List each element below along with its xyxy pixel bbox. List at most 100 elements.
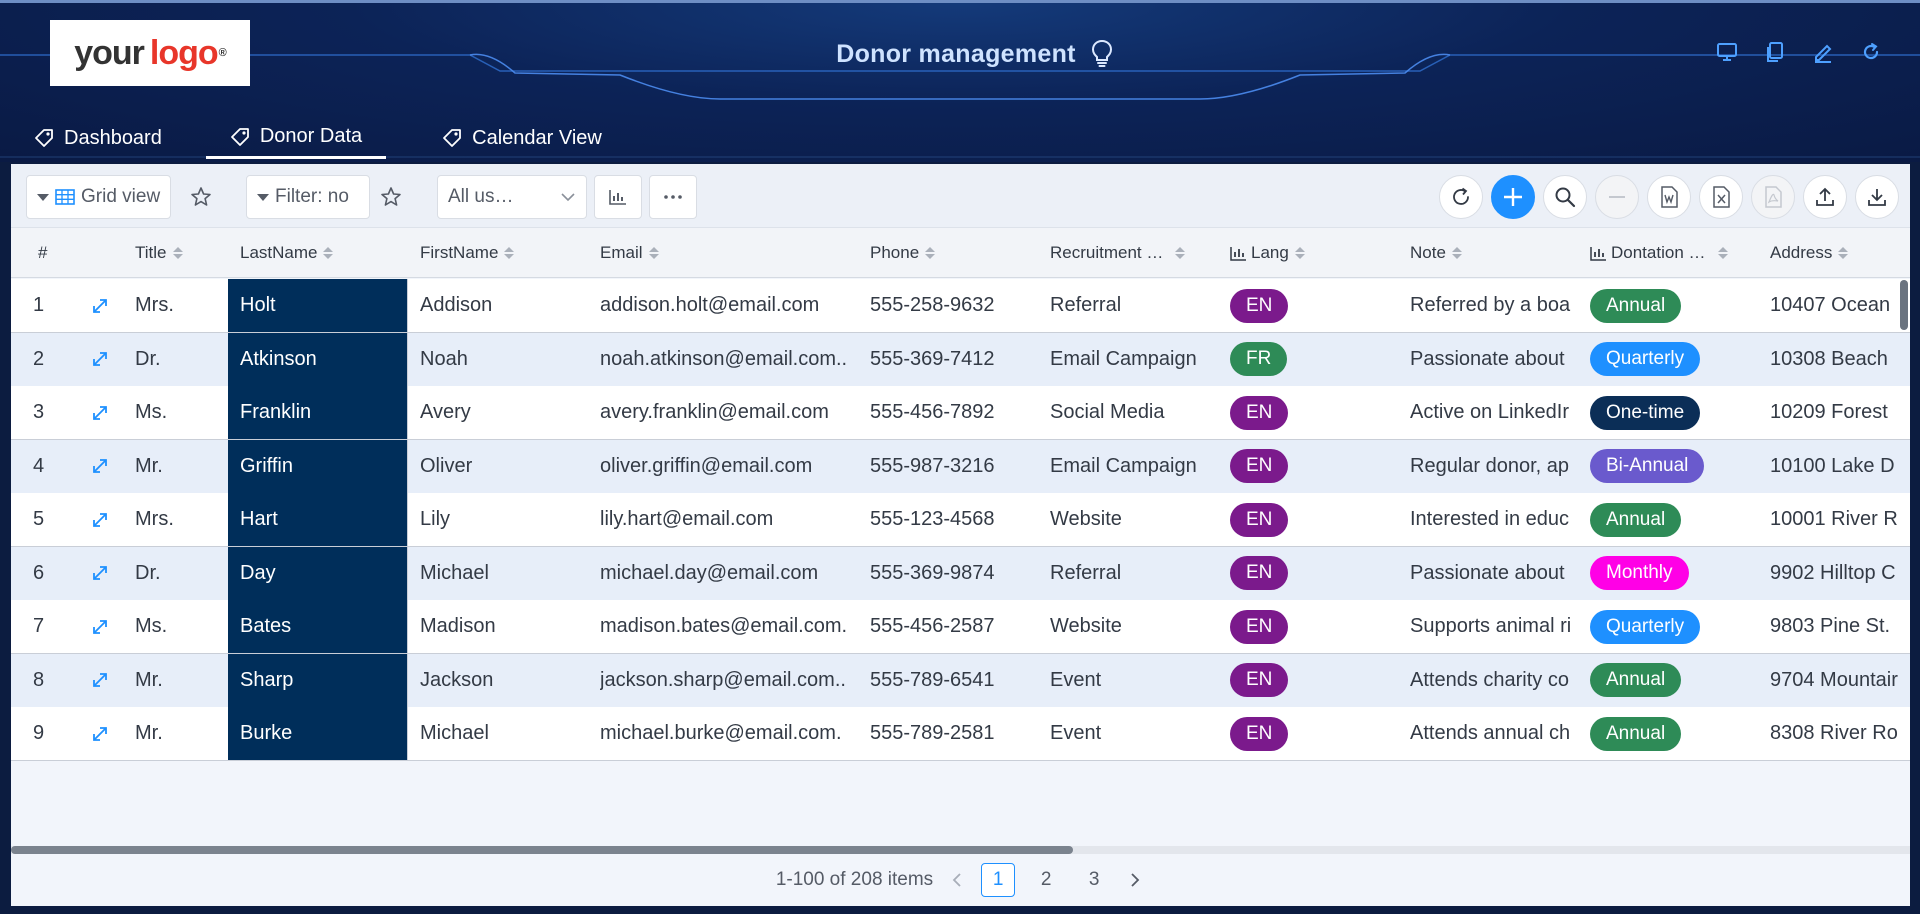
cell-lastname[interactable]: Sharp (228, 653, 408, 707)
table-row[interactable]: 5 Mrs. Hart Lily lily.hart@email.com 555… (11, 493, 1910, 547)
remove-button[interactable] (1595, 175, 1639, 219)
expand-row-icon[interactable] (91, 493, 121, 546)
cell-phone[interactable]: 555-369-7412 (870, 333, 1042, 386)
cell-address[interactable]: 9704 Mountair (1770, 654, 1910, 707)
cell-firstname[interactable]: Jackson (420, 654, 592, 707)
cell-phone[interactable]: 555-369-9874 (870, 547, 1042, 600)
tab-calendar-view[interactable]: Calendar View (430, 117, 614, 159)
cell-note[interactable]: Active on LinkedIr (1410, 386, 1580, 439)
column-header-firstname[interactable]: FirstName (420, 228, 515, 278)
cell-address[interactable]: 10308 Beach (1770, 333, 1910, 386)
page-1-button[interactable]: 1 (981, 863, 1016, 897)
column-header-address[interactable]: Address (1770, 228, 1849, 278)
cell-lastname[interactable]: Day (228, 546, 408, 600)
column-header-email[interactable]: Email (600, 228, 659, 278)
cell-title[interactable]: Dr. (135, 547, 230, 600)
cell-note[interactable]: Attends annual ch (1410, 707, 1580, 760)
cell-title[interactable]: Mrs. (135, 493, 230, 546)
cell-email[interactable]: michael.day@email.com (600, 547, 862, 600)
export-pdf-button[interactable] (1751, 175, 1795, 219)
view-selector-button[interactable]: Grid view (26, 175, 172, 219)
cell-note[interactable]: Attends charity co (1410, 654, 1580, 707)
cell-recruitment[interactable]: Social Media (1050, 386, 1222, 439)
cell-firstname[interactable]: Avery (420, 386, 592, 439)
favorite-view-star-icon[interactable] (183, 175, 219, 219)
cell-lang[interactable]: EN (1230, 600, 1402, 653)
table-row[interactable]: 9 Mr. Burke Michael michael.burke@email.… (11, 707, 1910, 761)
expand-row-icon[interactable] (91, 386, 121, 439)
cell-note[interactable]: Regular donor, ap (1410, 440, 1580, 493)
cell-address[interactable]: 8308 River Ro (1770, 707, 1910, 760)
cell-title[interactable]: Mr. (135, 440, 230, 493)
sort-icon[interactable] (1717, 247, 1728, 259)
column-header-title[interactable]: Title (135, 228, 183, 278)
sort-icon[interactable] (648, 247, 659, 259)
cell-recruitment[interactable]: Referral (1050, 547, 1222, 600)
copy-icon[interactable] (1764, 41, 1786, 63)
cell-email[interactable]: lily.hart@email.com (600, 493, 862, 546)
expand-row-icon[interactable] (91, 333, 121, 386)
cell-lang[interactable]: EN (1230, 493, 1402, 546)
cell-donation[interactable]: Quarterly (1590, 333, 1762, 386)
column-header-recruitment[interactable]: Recruitment … (1050, 228, 1186, 278)
cell-title[interactable]: Mr. (135, 654, 230, 707)
cell-donation[interactable]: Monthly (1590, 547, 1762, 600)
cell-lastname[interactable]: Holt (228, 279, 408, 332)
cell-lang[interactable]: EN (1230, 654, 1402, 707)
prev-page-icon[interactable] (947, 870, 967, 890)
cell-lang[interactable]: EN (1230, 547, 1402, 600)
cell-donation[interactable]: Annual (1590, 707, 1762, 760)
tab-donor-data[interactable]: Donor Data (205, 117, 387, 159)
cell-lastname[interactable]: Griffin (228, 439, 408, 493)
cell-title[interactable]: Ms. (135, 600, 230, 653)
table-row[interactable]: 2 Dr. Atkinson Noah noah.atkinson@email.… (11, 332, 1910, 387)
cell-donation[interactable]: Bi-Annual (1590, 440, 1762, 493)
export-excel-button[interactable] (1699, 175, 1743, 219)
edit-icon[interactable] (1812, 41, 1834, 63)
cell-firstname[interactable]: Michael (420, 707, 592, 760)
cell-note[interactable]: Interested in educ (1410, 493, 1580, 546)
cell-lastname[interactable]: Hart (228, 493, 408, 546)
cell-donation[interactable]: Annual (1590, 279, 1762, 332)
cell-phone[interactable]: 555-987-3216 (870, 440, 1042, 493)
cell-lastname[interactable]: Franklin (228, 386, 408, 439)
table-row[interactable]: 3 Ms. Franklin Avery avery.franklin@emai… (11, 386, 1910, 440)
user-select[interactable]: All us… (437, 175, 587, 219)
cell-title[interactable]: Ms. (135, 386, 230, 439)
more-options-button[interactable] (649, 175, 697, 219)
cell-recruitment[interactable]: Website (1050, 600, 1222, 653)
cell-note[interactable]: Passionate about (1410, 333, 1580, 386)
chart-button[interactable] (594, 175, 642, 219)
page-2-button[interactable]: 2 (1029, 863, 1063, 897)
cell-donation[interactable]: Annual (1590, 493, 1762, 546)
cell-lastname[interactable]: Bates (228, 600, 408, 653)
cell-donation[interactable]: Quarterly (1590, 600, 1762, 653)
cell-phone[interactable]: 555-258-9632 (870, 279, 1042, 332)
table-row[interactable]: 7 Ms. Bates Madison madison.bates@email.… (11, 600, 1910, 654)
cell-firstname[interactable]: Addison (420, 279, 592, 332)
sort-icon[interactable] (1838, 247, 1849, 259)
table-row[interactable]: 6 Dr. Day Michael michael.day@email.com … (11, 546, 1910, 601)
expand-row-icon[interactable] (91, 654, 121, 707)
upload-button[interactable] (1803, 175, 1847, 219)
cell-recruitment[interactable]: Event (1050, 707, 1222, 760)
next-page-icon[interactable] (1125, 870, 1145, 890)
cell-lang[interactable]: EN (1230, 707, 1402, 760)
cell-email[interactable]: avery.franklin@email.com (600, 386, 862, 439)
cell-email[interactable]: noah.atkinson@email.com.. (600, 333, 862, 386)
page-3-button[interactable]: 3 (1077, 863, 1111, 897)
cell-firstname[interactable]: Michael (420, 547, 592, 600)
cell-donation[interactable]: One-time (1590, 386, 1762, 439)
cell-recruitment[interactable]: Email Campaign (1050, 333, 1222, 386)
cell-note[interactable]: Passionate about (1410, 547, 1580, 600)
cell-address[interactable]: 10407 Ocean (1770, 279, 1910, 332)
table-row[interactable]: 4 Mr. Griffin Oliver oliver.griffin@emai… (11, 439, 1910, 494)
sort-icon[interactable] (1175, 247, 1186, 259)
lightbulb-icon[interactable] (1090, 39, 1114, 69)
cell-phone[interactable]: 555-456-7892 (870, 386, 1042, 439)
column-header-lastname[interactable]: LastName (240, 228, 334, 278)
cell-phone[interactable]: 555-123-4568 (870, 493, 1042, 546)
expand-row-icon[interactable] (91, 440, 121, 493)
sort-icon[interactable] (504, 247, 515, 259)
horizontal-scrollbar-thumb[interactable] (11, 846, 1073, 854)
